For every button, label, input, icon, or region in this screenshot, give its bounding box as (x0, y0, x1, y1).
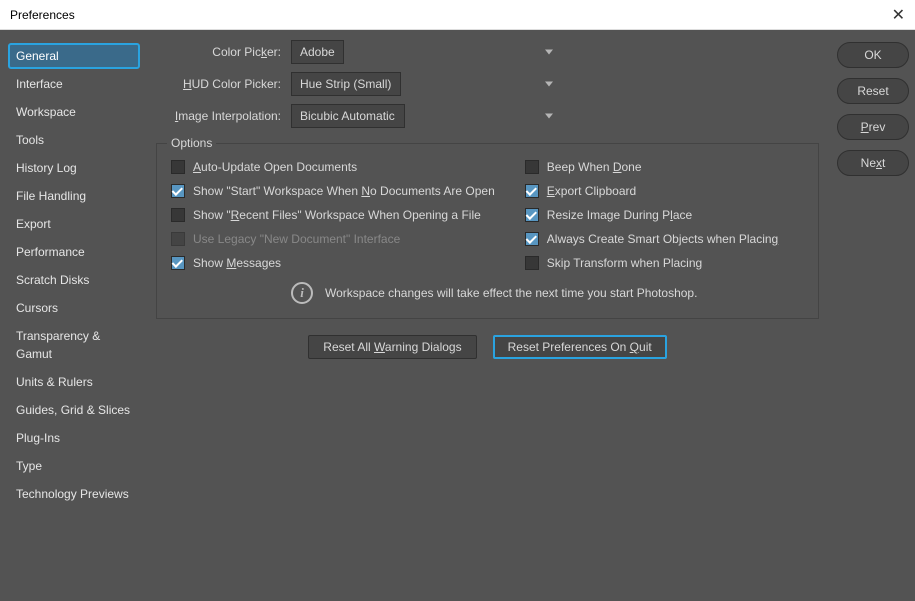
checkbox-label: Beep When Done (547, 160, 642, 174)
checkbox-always-create-smart-objects-wh[interactable]: Always Create Smart Objects when Placing (525, 232, 778, 246)
select-hud[interactable]: Hue Strip (Small) (291, 72, 401, 96)
checkbox-export-clipboard[interactable]: Export Clipboard (525, 184, 778, 198)
row-hud: HUD Color Picker: Hue Strip (Small) (156, 72, 819, 96)
options-fieldset: Options Auto-Update Open Documents Show "… (156, 136, 819, 319)
sidebar-item-general[interactable]: General (8, 43, 140, 69)
next-button[interactable]: Next (837, 150, 909, 176)
options-grid: Auto-Update Open Documents Show "Start" W… (171, 160, 804, 270)
info-text: Workspace changes will take effect the n… (325, 286, 697, 300)
info-icon: i (291, 282, 313, 304)
checkbox-show-start-workspace-when-no-d[interactable]: Show "Start" Workspace When No Documents… (171, 184, 495, 198)
sidebar-item-units-rulers[interactable]: Units & Rulers (8, 369, 140, 395)
checkbox-icon[interactable] (525, 232, 539, 246)
checkbox-label: Export Clipboard (547, 184, 636, 198)
checkbox-show-messages[interactable]: Show Messages (171, 256, 495, 270)
select-interp[interactable]: Bicubic Automatic (291, 104, 405, 128)
sidebar-item-technology-previews[interactable]: Technology Previews (8, 481, 140, 507)
label-color-picker: Color Picker: (156, 45, 291, 59)
sidebar-item-scratch-disks[interactable]: Scratch Disks (8, 267, 140, 293)
checkbox-icon[interactable] (171, 184, 185, 198)
checkbox-label: Show "Start" Workspace When No Documents… (193, 184, 495, 198)
sidebar-item-transparency-gamut[interactable]: Transparency & Gamut (8, 323, 140, 367)
checkbox-auto-update-open-documents[interactable]: Auto-Update Open Documents (171, 160, 495, 174)
sidebar-item-tools[interactable]: Tools (8, 127, 140, 153)
row-interp: Image Interpolation: Bicubic Automatic (156, 104, 819, 128)
row-color-picker: Color Picker: Adobe (156, 40, 819, 64)
sidebar-item-file-handling[interactable]: File Handling (8, 183, 140, 209)
info-row: i Workspace changes will take effect the… (171, 282, 804, 304)
checkbox-label: Use Legacy "New Document" Interface (193, 232, 400, 246)
label-interp: Image Interpolation: (156, 109, 291, 123)
sidebar-item-guides-grid-slices[interactable]: Guides, Grid & Slices (8, 397, 140, 423)
sidebar-item-plug-ins[interactable]: Plug-Ins (8, 425, 140, 451)
checkbox-label: Skip Transform when Placing (547, 256, 702, 270)
label-hud: HUD Color Picker: (156, 77, 291, 91)
close-icon[interactable]: ✕ (892, 5, 905, 25)
checkbox-label: Auto-Update Open Documents (193, 160, 357, 174)
sidebar-item-type[interactable]: Type (8, 453, 140, 479)
checkbox-label: Always Create Smart Objects when Placing (547, 232, 778, 246)
options-col-right: Beep When Done Export Clipboard Resize Ima… (525, 160, 778, 270)
checkbox-label: Resize Image During Place (547, 208, 692, 222)
checkbox-icon[interactable] (171, 160, 185, 174)
options-col-left: Auto-Update Open Documents Show "Start" W… (171, 160, 495, 270)
checkbox-icon[interactable] (525, 256, 539, 270)
body: GeneralInterfaceWorkspaceToolsHistory Lo… (0, 30, 915, 601)
sidebar: GeneralInterfaceWorkspaceToolsHistory Lo… (6, 36, 142, 595)
window-title: Preferences (10, 8, 75, 22)
checkbox-skip-transform-when-placing[interactable]: Skip Transform when Placing (525, 256, 778, 270)
checkbox-resize-image-during-place[interactable]: Resize Image During Place (525, 208, 778, 222)
checkbox-label: Show "Recent Files" Workspace When Openi… (193, 208, 481, 222)
checkbox-icon[interactable] (525, 160, 539, 174)
checkbox-icon (171, 232, 185, 246)
checkbox-show-recent-files-workspace-wh[interactable]: Show "Recent Files" Workspace When Openi… (171, 208, 495, 222)
reset-button[interactable]: Reset (837, 78, 909, 104)
options-legend: Options (167, 136, 216, 150)
reset-row: Reset All Warning Dialogs Reset Preferen… (156, 335, 819, 359)
reset-warning-button[interactable]: Reset All Warning Dialogs (308, 335, 476, 359)
checkbox-use-legacy-new-document-interf: Use Legacy "New Document" Interface (171, 232, 495, 246)
sidebar-item-export[interactable]: Export (8, 211, 140, 237)
sidebar-item-cursors[interactable]: Cursors (8, 295, 140, 321)
checkbox-icon[interactable] (525, 208, 539, 222)
ok-button[interactable]: OK (837, 42, 909, 68)
select-interp-wrap: Bicubic Automatic (291, 104, 561, 128)
titlebar: Preferences ✕ (0, 0, 915, 30)
sidebar-item-performance[interactable]: Performance (8, 239, 140, 265)
reset-on-quit-button[interactable]: Reset Preferences On Quit (493, 335, 667, 359)
select-hud-wrap: Hue Strip (Small) (291, 72, 561, 96)
select-color-picker[interactable]: Adobe (291, 40, 344, 64)
checkbox-label: Show Messages (193, 256, 281, 270)
select-color-picker-wrap: Adobe (291, 40, 561, 64)
checkbox-icon[interactable] (525, 184, 539, 198)
sidebar-item-workspace[interactable]: Workspace (8, 99, 140, 125)
preferences-window: Preferences ✕ GeneralInterfaceWorkspaceT… (0, 0, 915, 601)
sidebar-item-interface[interactable]: Interface (8, 71, 140, 97)
rightbar: OK Reset Prev Next (837, 36, 909, 595)
checkbox-icon[interactable] (171, 208, 185, 222)
checkbox-icon[interactable] (171, 256, 185, 270)
content: Color Picker: Adobe HUD Color Picker: Hu… (148, 36, 827, 595)
main: Color Picker: Adobe HUD Color Picker: Hu… (148, 36, 909, 595)
checkbox-beep-when-done[interactable]: Beep When Done (525, 160, 778, 174)
sidebar-item-history-log[interactable]: History Log (8, 155, 140, 181)
prev-button[interactable]: Prev (837, 114, 909, 140)
